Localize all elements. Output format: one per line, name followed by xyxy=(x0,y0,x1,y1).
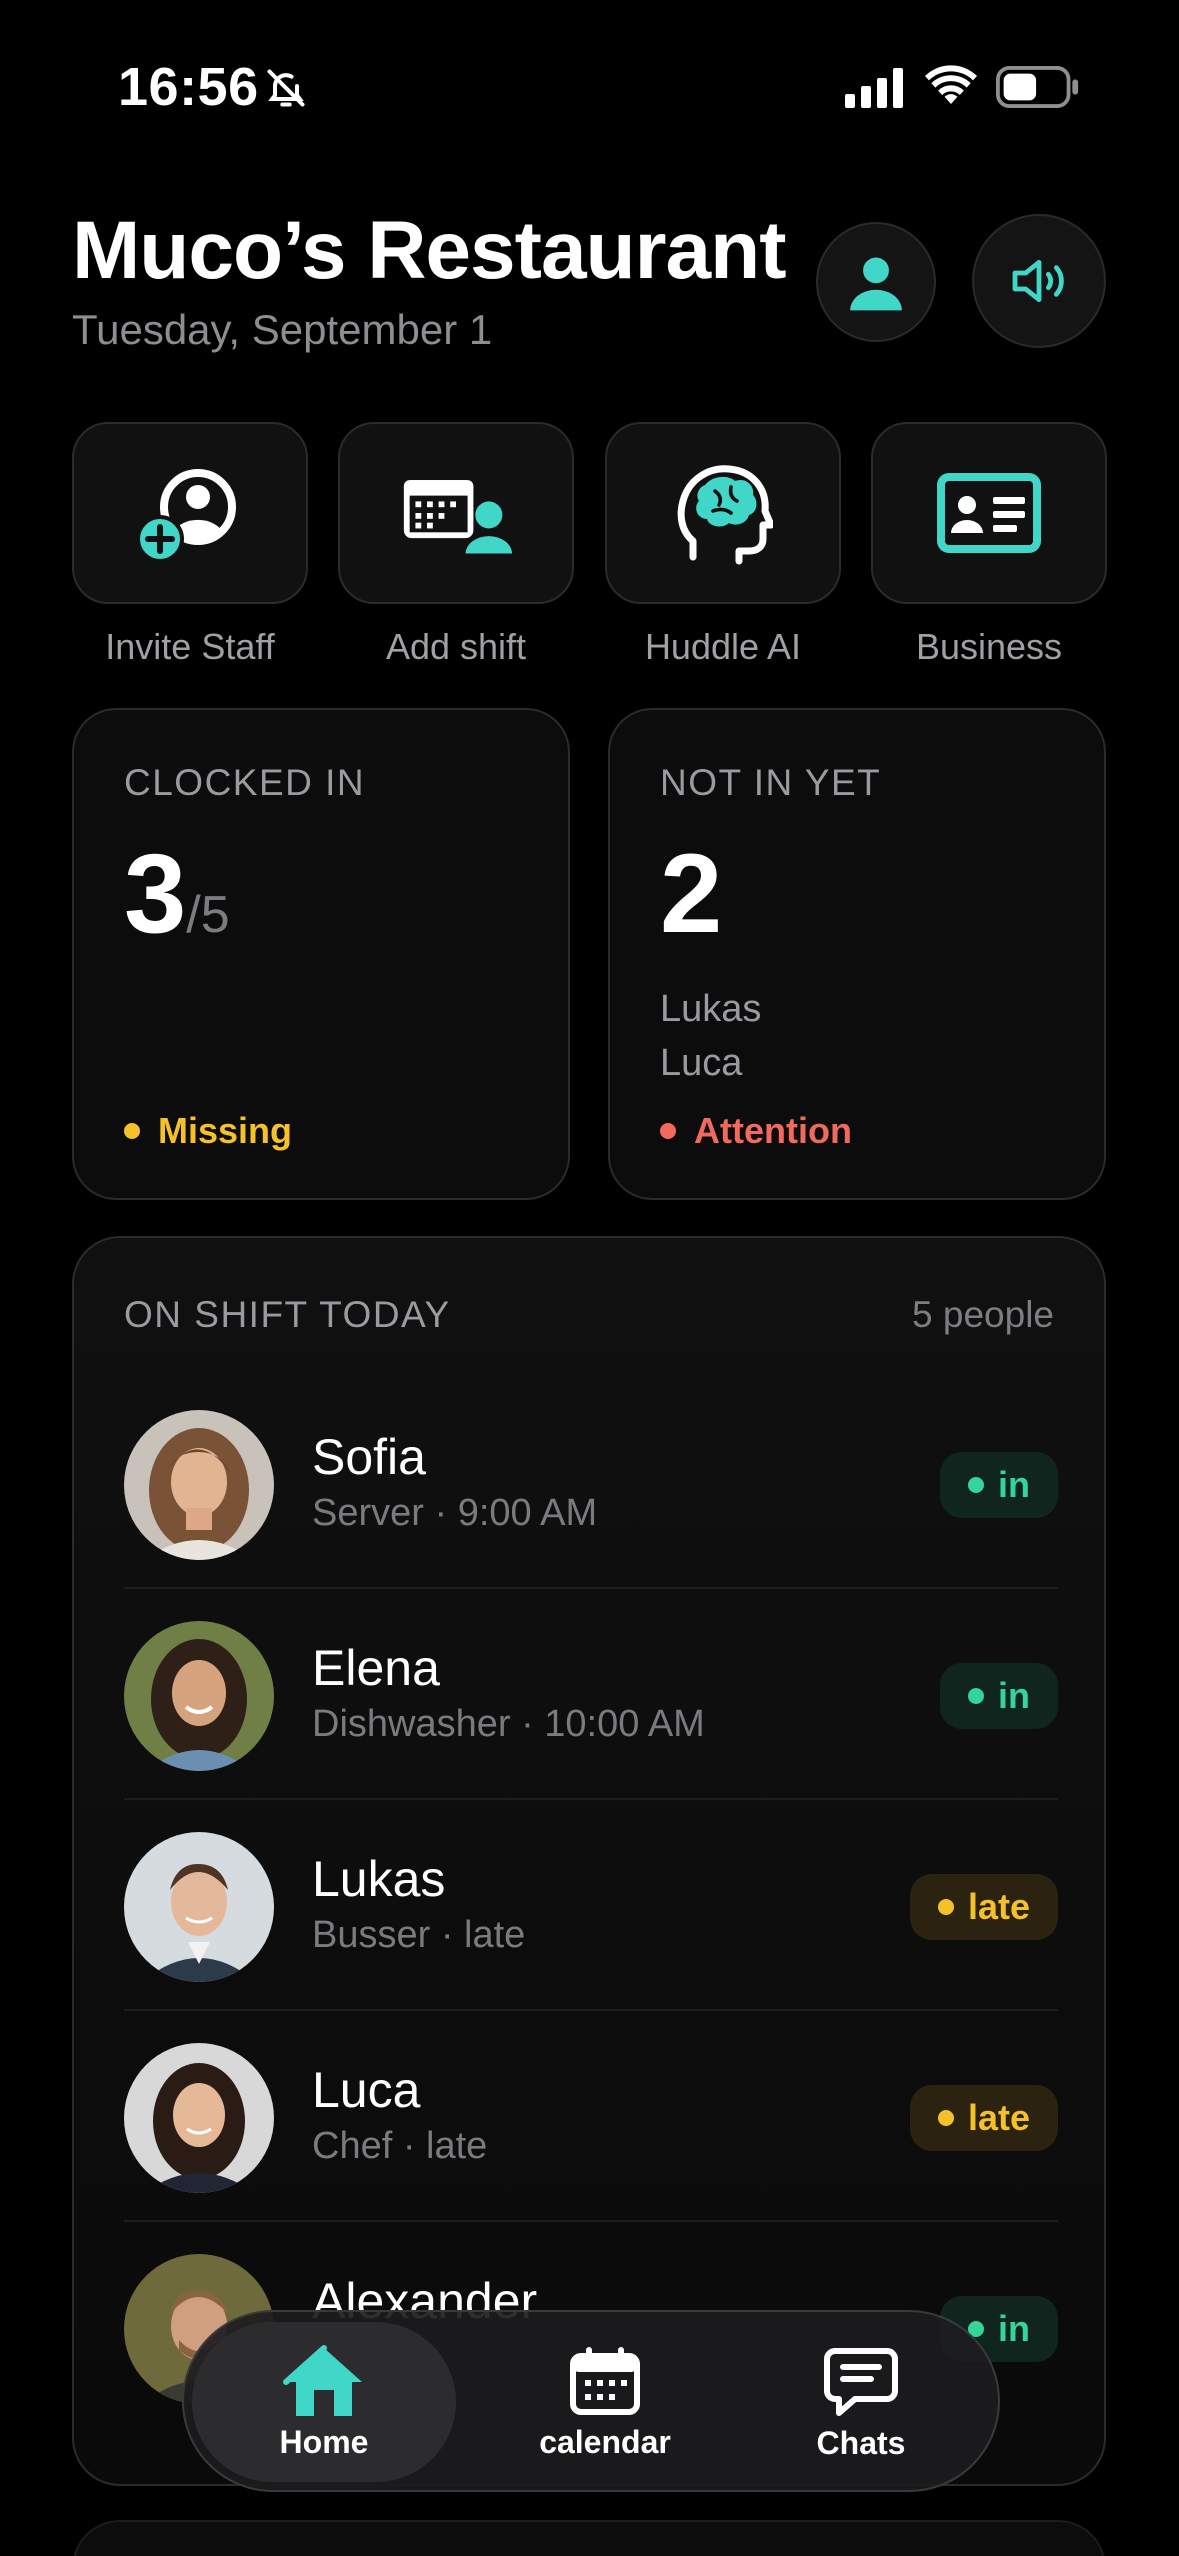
clocked-in-total: /5 xyxy=(186,886,230,944)
business-card-icon xyxy=(937,473,1041,553)
wifi-icon xyxy=(925,65,977,104)
add-shift-icon xyxy=(403,480,512,554)
not-in-name: Lukas xyxy=(660,988,762,1030)
invite-staff-icon xyxy=(136,469,236,563)
staff-role-time: Busser · late xyxy=(312,1914,526,1956)
tab-calendar[interactable]: calendar xyxy=(476,2312,734,2494)
invite-staff-button[interactable] xyxy=(72,422,308,604)
chat-icon xyxy=(824,2347,898,2416)
avatar xyxy=(124,2043,274,2193)
staff-name: Elena xyxy=(312,1640,440,1696)
huddle-ai-label: Huddle AI xyxy=(644,626,802,667)
profile-icon xyxy=(850,257,902,311)
tab-chats[interactable]: Chats xyxy=(732,2312,990,2494)
bell-slash-icon xyxy=(267,69,305,107)
tab-label: Home xyxy=(279,2423,369,2460)
staff-row-luca[interactable]: Luca Chef · late late xyxy=(124,2011,1058,2222)
missing-label: Missing xyxy=(158,1110,293,1151)
status-dot xyxy=(937,2110,954,2126)
status-dot xyxy=(968,1477,984,1493)
status-dot xyxy=(937,1899,954,1915)
huddle-ai-button[interactable] xyxy=(605,422,841,604)
staff-row-elena[interactable]: Elena Dishwasher · 10:00 AM in xyxy=(124,1589,1058,1800)
status-dot xyxy=(124,1123,140,1139)
profile-button[interactable] xyxy=(816,222,936,342)
staff-role-time: Dishwasher · 10:00 AM xyxy=(312,1703,705,1745)
add-shift-button[interactable] xyxy=(338,422,574,604)
clocked-in-card[interactable]: CLOCKED IN 3/5 Missing xyxy=(72,708,570,1200)
avatar xyxy=(124,1621,274,1771)
status-badge: late xyxy=(909,1874,1058,1940)
badge-label: in xyxy=(998,1464,1030,1505)
clocked-in-value: 3 xyxy=(124,831,187,956)
tab-bar: Home calendar Chats xyxy=(182,2310,1000,2492)
next-card-peek xyxy=(72,2520,1106,2556)
invite-staff-label: Invite Staff xyxy=(105,626,275,667)
attention-status: Attention xyxy=(660,1110,852,1152)
home-icon xyxy=(283,2344,362,2416)
not-in-yet-heading: NOT IN YET xyxy=(660,762,882,803)
status-badge: in xyxy=(940,1663,1058,1729)
badge-label: in xyxy=(998,1675,1030,1716)
signal-icon xyxy=(845,68,903,108)
brain-head-icon xyxy=(677,465,773,565)
sound-button[interactable] xyxy=(972,214,1106,348)
speaker-icon xyxy=(1012,259,1064,303)
staff-name: Luca xyxy=(312,2062,421,2118)
missing-status: Missing xyxy=(124,1110,292,1152)
status-badge: in xyxy=(940,1452,1058,1518)
tab-label: Chats xyxy=(816,2424,906,2461)
tab-label: calendar xyxy=(539,2423,671,2460)
tab-home[interactable]: Home xyxy=(192,2322,456,2482)
staff-row-lukas[interactable]: Lukas Busser · late late xyxy=(124,1800,1058,2011)
staff-role-time: Chef · late xyxy=(312,2125,488,2167)
status-bar: 16:56 xyxy=(0,0,1179,170)
status-dot xyxy=(660,1123,676,1139)
on-shift-title: ON SHIFT TODAY xyxy=(124,1294,451,1335)
staff-row-sofia[interactable]: Sofia Server · 9:00 AM in xyxy=(124,1378,1058,1589)
attention-label: Attention xyxy=(694,1110,852,1151)
not-in-yet-names: Lukas Luca xyxy=(660,982,761,1090)
on-shift-count: 5 people xyxy=(912,1294,1054,1335)
not-in-name: Luca xyxy=(660,1042,743,1084)
status-dot xyxy=(968,1688,984,1704)
not-in-yet-count: 2 xyxy=(660,831,723,956)
clocked-in-count: 3/5 xyxy=(124,838,230,950)
badge-label: late xyxy=(967,1886,1030,1927)
badge-label: in xyxy=(998,2308,1030,2349)
staff-name: Lukas xyxy=(312,1851,446,1907)
staff-name: Sofia xyxy=(312,1429,426,1485)
status-badge: late xyxy=(909,2085,1058,2151)
header-date: Tuesday, September 1 xyxy=(72,306,493,353)
avatar xyxy=(124,1832,274,1982)
staff-role-time: Server · 9:00 AM xyxy=(312,1492,598,1534)
avatar xyxy=(124,1410,274,1560)
status-time: 16:56 xyxy=(118,57,259,117)
battery-icon xyxy=(996,66,1079,108)
calendar-icon xyxy=(570,2346,640,2415)
clocked-in-heading: CLOCKED IN xyxy=(124,762,366,803)
restaurant-title: Muco’s Restaurant xyxy=(72,205,787,296)
business-label: Business xyxy=(915,626,1063,667)
add-shift-label: Add shift xyxy=(385,626,527,667)
on-shift-card: ON SHIFT TODAY 5 people Sofia Server · 9… xyxy=(72,1236,1106,2486)
business-button[interactable] xyxy=(871,422,1107,604)
badge-label: late xyxy=(967,2097,1030,2138)
not-in-yet-card[interactable]: NOT IN YET 2 Lukas Luca Attention xyxy=(608,708,1106,1200)
